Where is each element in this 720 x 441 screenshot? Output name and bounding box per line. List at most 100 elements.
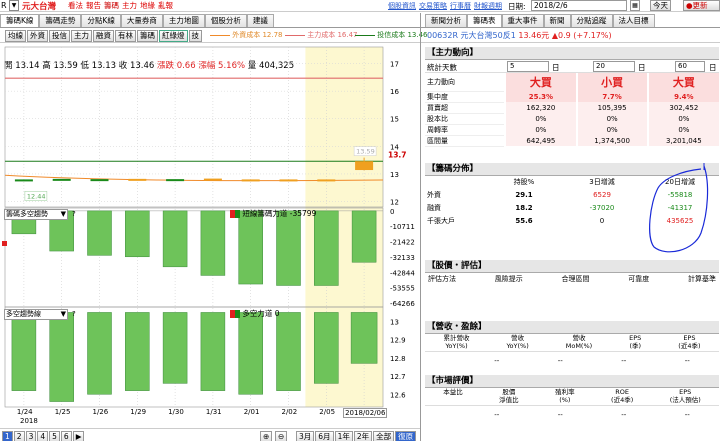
chip-bar[interactable] — [276, 210, 301, 286]
tab-3[interactable]: 大量券商 — [120, 14, 163, 27]
candle[interactable] — [355, 161, 374, 171]
top-link[interactable]: 籌碼 — [104, 1, 119, 10]
tab-0[interactable]: 籌碼K線 — [0, 14, 40, 27]
page-button[interactable]: 5 — [49, 431, 60, 441]
range-button[interactable]: 6月 — [315, 431, 334, 441]
x-year: 2018 — [20, 417, 38, 425]
trend-bar[interactable] — [314, 312, 339, 384]
trend-bar[interactable] — [350, 312, 378, 364]
value-cell: -- — [621, 411, 627, 419]
trend-bar[interactable] — [11, 312, 37, 391]
tab-2[interactable]: 分點K線 — [81, 14, 121, 27]
days-select-5[interactable]: 5 — [507, 61, 549, 72]
range-button[interactable]: 全部 — [373, 431, 395, 441]
trend-tick: 12.9 — [390, 337, 406, 345]
candle[interactable] — [14, 179, 33, 182]
value-cell: -- — [557, 357, 563, 365]
column-header: EPS (法人預估) — [669, 388, 701, 404]
range-button[interactable]: 復原 — [395, 431, 417, 441]
right-tab[interactable]: 新聞分析 — [425, 14, 467, 27]
zoom-in-icon[interactable]: ⊕ — [260, 431, 273, 441]
page-button[interactable]: 2 — [13, 431, 25, 441]
chip-bar[interactable] — [238, 210, 263, 285]
candle[interactable] — [90, 179, 109, 182]
column-header: 累計營收 YoY(%) — [443, 334, 470, 350]
right-link[interactable]: 交易策略 — [419, 2, 447, 10]
zoom-out-icon[interactable]: ⊖ — [275, 431, 288, 441]
toolbar-button[interactable]: 投信 — [49, 30, 70, 42]
toolbar-button[interactable]: 紅綠燈 — [159, 30, 188, 42]
candle[interactable] — [52, 178, 71, 181]
toolbar-button[interactable]: 有林 — [115, 30, 136, 42]
right-tab[interactable]: 新聞 — [543, 14, 571, 27]
page-button[interactable]: 4 — [37, 431, 49, 441]
days-select-20[interactable]: 20 — [593, 61, 635, 72]
page-button[interactable]: 1 — [2, 431, 13, 441]
toolbar-button[interactable]: 技 — [188, 30, 202, 42]
right-tab[interactable]: 重大事件 — [501, 14, 544, 27]
trend-bar[interactable] — [200, 312, 226, 391]
trend-bar[interactable] — [238, 312, 263, 395]
stock-name-link[interactable]: 元大台灣 — [22, 0, 56, 12]
chip-bar[interactable] — [314, 210, 339, 286]
candle[interactable] — [203, 178, 222, 181]
top-link[interactable]: 看法 — [68, 1, 83, 10]
right-link[interactable]: 行事曆 — [450, 2, 471, 10]
tab-5[interactable]: 個股分析 — [204, 14, 247, 27]
days-select-60[interactable]: 60 — [675, 61, 705, 72]
refresh-button[interactable]: ●更新 — [683, 0, 720, 11]
range-button[interactable]: 2年 — [353, 431, 373, 441]
stock-change: ▲0.9 (+7.17%) — [551, 31, 612, 40]
top-link[interactable]: 報告 — [86, 1, 101, 10]
toolbar-button[interactable]: 籌碼 — [137, 30, 158, 42]
right-tab[interactable]: 分點追蹤 — [570, 14, 613, 27]
right-tab[interactable]: 籌碼表 — [467, 14, 502, 27]
trend-bar[interactable] — [125, 312, 150, 391]
tab-6[interactable]: 建議 — [246, 14, 274, 27]
trend-bar[interactable] — [87, 312, 112, 395]
chip-bar[interactable] — [162, 210, 188, 268]
top-link[interactable]: 地緣 — [140, 1, 155, 10]
toolbar-button[interactable]: 融資 — [93, 30, 114, 42]
right-link[interactable]: 個股資訊 — [388, 2, 416, 10]
right-panel: 新聞分析 籌碼表 重大事件 新聞 分點追蹤 法人目標 00632R 元大台灣50反1 13… — [420, 13, 720, 441]
range-button[interactable]: 1年 — [334, 431, 353, 441]
stat-days-label: 統計天數 — [427, 63, 457, 72]
page-button[interactable]: 3 — [25, 431, 37, 441]
stock-code[interactable]: R — [1, 1, 7, 10]
candle[interactable] — [241, 179, 260, 182]
toolbar-button[interactable]: 均線 — [5, 30, 26, 42]
chip-bar[interactable] — [87, 210, 112, 256]
candle[interactable] — [128, 178, 147, 181]
today-button[interactable]: 今天 — [650, 0, 671, 11]
candle[interactable] — [279, 179, 298, 182]
top-link[interactable]: 亂報 — [158, 1, 173, 10]
market-dropdown[interactable]: ▼ — [9, 0, 19, 11]
calendar-icon[interactable]: ▦ — [630, 0, 640, 11]
chart-area[interactable]: 13.5912.441716151413.713120-10711-21422-… — [0, 45, 420, 417]
toolbar-button[interactable]: 主力 — [71, 30, 92, 42]
help-icon[interactable]: ? — [72, 310, 76, 318]
date-input[interactable]: 2018/2/6 — [531, 0, 627, 11]
candle[interactable] — [166, 179, 185, 182]
tab-4[interactable]: 主力地圖 — [162, 14, 205, 27]
chip-bar[interactable] — [125, 210, 150, 258]
right-tab[interactable]: 法人目標 — [612, 14, 655, 27]
next-page-icon[interactable]: ▶ — [72, 431, 85, 441]
top-link[interactable]: 主力 — [122, 1, 137, 10]
chip-bar[interactable] — [200, 210, 226, 276]
panel3-select[interactable]: 多空趨勢線 ▼ — [4, 309, 68, 320]
toolbar-button[interactable]: 外資 — [27, 30, 48, 42]
cell: 3,201,045 — [646, 135, 719, 146]
panel2-select[interactable]: 籌碼多空趨勢 ▼ — [4, 209, 68, 220]
help-icon[interactable]: ? — [72, 210, 76, 218]
tab-1[interactable]: 籌碼走勢 — [39, 14, 82, 27]
chip-bar[interactable] — [351, 210, 377, 263]
candle[interactable] — [317, 179, 336, 182]
trend-bar[interactable] — [162, 312, 188, 384]
page-button[interactable]: 6 — [60, 431, 72, 441]
range-button[interactable]: 3月 — [296, 431, 315, 441]
trend-bar[interactable] — [276, 312, 301, 391]
right-link[interactable]: 財報週期 — [474, 2, 502, 10]
trend-bar[interactable] — [49, 312, 74, 402]
